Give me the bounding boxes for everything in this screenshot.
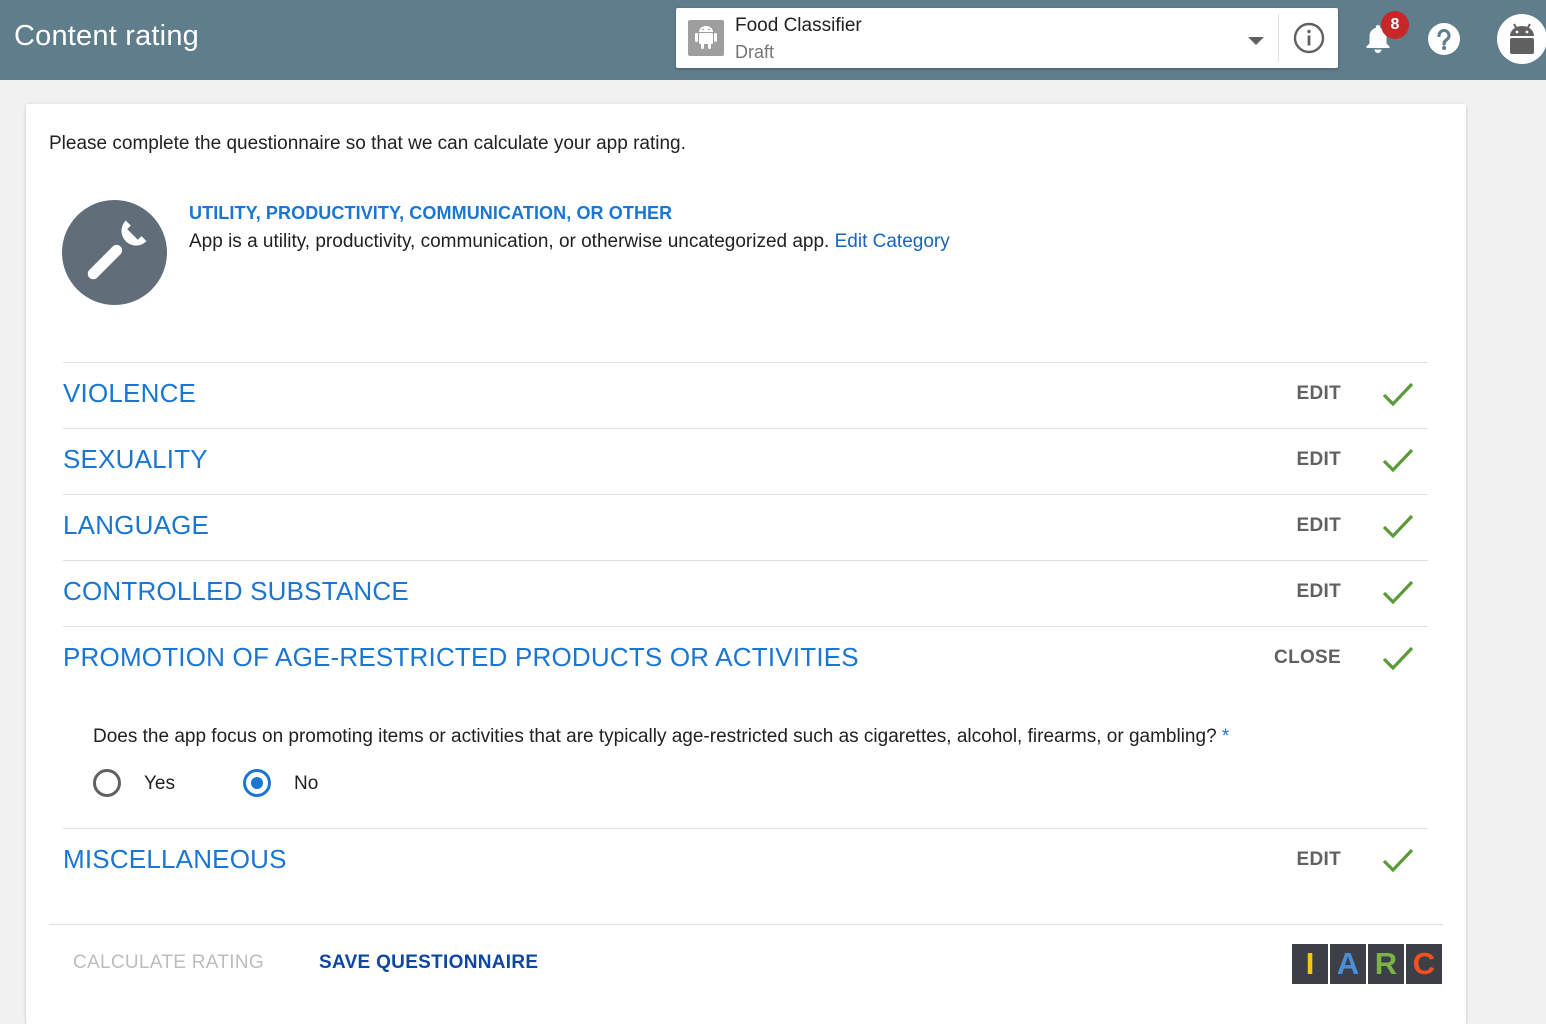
check-icon [1382, 514, 1414, 539]
intro-text: Please complete the questionnaire so tha… [49, 133, 686, 154]
check-icon [1382, 646, 1414, 671]
edit-button[interactable]: EDIT [1297, 383, 1341, 405]
app-status: Draft [735, 42, 775, 62]
info-icon[interactable] [1292, 21, 1326, 55]
question-text: Does the app focus on promoting items or… [93, 726, 1229, 748]
iarc-logo: I A R C [1292, 944, 1442, 984]
app-name: Food Classifier [735, 15, 862, 36]
app-selector[interactable]: Food Classifier Draft [676, 8, 1338, 68]
check-icon [1382, 448, 1414, 473]
check-icon [1382, 580, 1414, 605]
wrench-icon [62, 200, 167, 305]
section-sexuality[interactable]: SEXUALITY EDIT [63, 428, 1428, 494]
section-violence[interactable]: VIOLENCE EDIT [63, 362, 1428, 428]
radio-yes-label[interactable]: Yes [144, 773, 175, 795]
questionnaire-card: Please complete the questionnaire so tha… [26, 104, 1466, 1024]
iarc-letter: A [1330, 944, 1366, 984]
footer-divider [49, 924, 1443, 925]
top-app-bar: Content rating Food Classifier Draft 8 [0, 0, 1546, 80]
category-title: UTILITY, PRODUCTIVITY, COMMUNICATION, OR… [189, 203, 673, 223]
section-title[interactable]: SEXUALITY [63, 444, 208, 475]
edit-button[interactable]: EDIT [1297, 849, 1341, 871]
section-age-restricted[interactable]: PROMOTION OF AGE-RESTRICTED PRODUCTS OR … [63, 626, 1428, 692]
section-language[interactable]: LANGUAGE EDIT [63, 494, 1428, 560]
section-controlled-substance[interactable]: CONTROLLED SUBSTANCE EDIT [63, 560, 1428, 626]
radio-yes[interactable] [93, 769, 121, 797]
save-questionnaire-button[interactable]: SAVE QUESTIONNAIRE [319, 952, 538, 974]
selector-divider [1278, 14, 1279, 62]
page-title: Content rating [14, 20, 199, 52]
check-icon [1382, 848, 1414, 873]
section-title[interactable]: CONTROLLED SUBSTANCE [63, 576, 409, 607]
edit-button[interactable]: EDIT [1297, 581, 1341, 603]
category-description-text: App is a utility, productivity, communic… [189, 231, 830, 252]
iarc-letter: I [1292, 944, 1328, 984]
notification-badge: 8 [1381, 11, 1409, 39]
chevron-down-icon[interactable] [1244, 28, 1268, 52]
section-title[interactable]: MISCELLANEOUS [63, 844, 287, 875]
edit-category-link[interactable]: Edit Category [835, 231, 950, 252]
section-title[interactable]: PROMOTION OF AGE-RESTRICTED PRODUCTS OR … [63, 642, 859, 673]
required-marker: * [1221, 726, 1230, 747]
radio-no-label[interactable]: No [294, 773, 318, 795]
iarc-letter: C [1406, 944, 1442, 984]
section-title[interactable]: VIOLENCE [63, 378, 196, 409]
question-label: Does the app focus on promoting items or… [93, 726, 1217, 747]
section-miscellaneous[interactable]: MISCELLANEOUS EDIT [63, 828, 1428, 894]
iarc-letter: R [1368, 944, 1404, 984]
check-icon [1382, 382, 1414, 407]
calculate-rating-button[interactable]: CALCULATE RATING [73, 952, 264, 974]
edit-button[interactable]: EDIT [1297, 449, 1341, 471]
close-button[interactable]: CLOSE [1274, 647, 1341, 669]
category-description: App is a utility, productivity, communic… [189, 231, 950, 253]
edit-button[interactable]: EDIT [1297, 515, 1341, 537]
section-title[interactable]: LANGUAGE [63, 510, 209, 541]
android-avatar-icon[interactable] [1497, 14, 1546, 64]
help-icon[interactable] [1426, 21, 1462, 57]
android-app-icon [688, 20, 724, 56]
radio-no[interactable] [243, 769, 271, 797]
